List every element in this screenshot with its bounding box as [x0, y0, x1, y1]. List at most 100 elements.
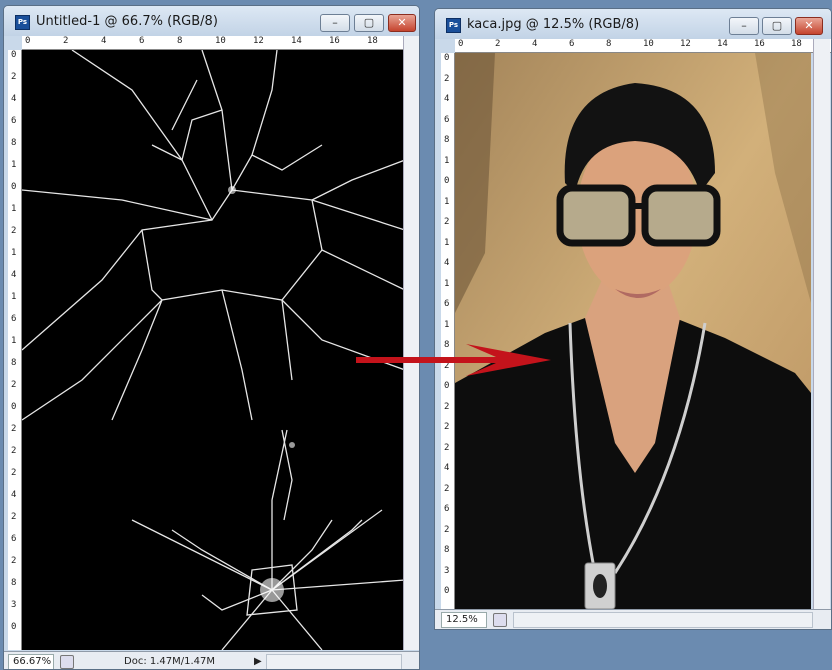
- ruler-label: 4: [444, 258, 450, 268]
- horizontal-ruler: 0 2 4 6 8 10 12 14 16 18: [455, 39, 831, 53]
- arrow-right-icon: [356, 344, 551, 376]
- ruler-label: 2: [11, 556, 17, 566]
- close-icon: ✕: [804, 19, 814, 32]
- status-icon[interactable]: [493, 613, 507, 627]
- ruler-label: 18: [367, 36, 378, 46]
- ruler-label: 2: [63, 36, 69, 46]
- ruler-label: 6: [11, 116, 17, 126]
- ruler-label: 2: [444, 524, 450, 535]
- status-bar: 12.5%: [435, 609, 831, 629]
- ruler-label: 2: [11, 512, 17, 522]
- cracked-glass-image: [21, 49, 406, 651]
- maximize-icon: ▢: [771, 19, 783, 32]
- status-menu-arrow-icon[interactable]: ▶: [254, 656, 262, 667]
- canvas-shattered-glass[interactable]: [21, 49, 406, 651]
- minimize-button[interactable]: –: [320, 14, 350, 32]
- maximize-button[interactable]: ▢: [762, 17, 792, 35]
- ruler-label: 1: [444, 278, 450, 289]
- ruler-label: 2: [444, 483, 450, 494]
- doc-info: Doc: 1.47M/1.47M: [124, 656, 216, 667]
- ruler-label: 6: [11, 534, 17, 544]
- ruler-label: 2: [444, 217, 450, 227]
- ruler-label: 12: [253, 36, 264, 46]
- ruler-label: 3: [444, 565, 450, 576]
- ruler-label: 2: [11, 72, 17, 82]
- ruler-label: 2: [444, 401, 450, 412]
- minimize-icon: –: [741, 19, 747, 32]
- ruler-label: 10: [215, 36, 226, 46]
- ruler-label: 6: [444, 504, 450, 514]
- ruler-label: 6: [444, 114, 450, 125]
- ruler-label: 2: [495, 39, 501, 49]
- ruler-label: 2: [11, 468, 17, 478]
- ruler-label: 14: [291, 36, 302, 46]
- ruler-label: 8: [444, 545, 450, 555]
- ruler-label: 4: [101, 36, 107, 46]
- ruler-label: 8: [177, 36, 183, 46]
- portrait-photo: [455, 53, 811, 609]
- ruler-label: 0: [458, 39, 464, 49]
- ruler-label: 1: [444, 319, 450, 330]
- horizontal-scrollbar[interactable]: [513, 612, 813, 628]
- maximize-button[interactable]: ▢: [354, 14, 384, 32]
- horizontal-ruler: 0 2 4 6 8 10 12 14 16 18: [22, 36, 405, 50]
- vertical-scrollbar[interactable]: [813, 39, 830, 609]
- ruler-label: 16: [754, 39, 765, 49]
- document-window-untitled[interactable]: Ps Untitled-1 @ 66.7% (RGB/8) – ▢ ✕ 0 2 4 6…: [3, 5, 420, 670]
- close-button[interactable]: ✕: [388, 14, 416, 32]
- ruler-label: 0: [444, 53, 450, 63]
- ruler-label: 4: [532, 39, 538, 49]
- ruler-label: 4: [444, 463, 450, 473]
- minimize-button[interactable]: –: [729, 17, 759, 35]
- ruler-label: 1: [11, 160, 17, 170]
- horizontal-scrollbar[interactable]: [266, 654, 402, 669]
- status-icon[interactable]: [60, 655, 74, 669]
- ruler-label: 2: [11, 380, 17, 390]
- ruler-label: 3: [11, 600, 17, 610]
- ruler-label: 1: [11, 248, 17, 258]
- vertical-ruler: 024681012141618202224262830: [8, 50, 22, 650]
- window-title: kaca.jpg @ 12.5% (RGB/8): [467, 17, 640, 32]
- title-bar[interactable]: Ps Untitled-1 @ 66.7% (RGB/8) – ▢ ✕: [4, 6, 419, 36]
- status-bar: 66.67% Doc: 1.47M/1.47M ▶: [4, 651, 419, 669]
- title-bar[interactable]: Ps kaca.jpg @ 12.5% (RGB/8) – ▢ ✕: [435, 9, 831, 39]
- ruler-label: 6: [444, 299, 450, 309]
- ruler-label: 2: [11, 446, 17, 456]
- ruler-label: 1: [444, 237, 450, 248]
- ruler-label: 0: [11, 622, 17, 632]
- close-button[interactable]: ✕: [795, 17, 823, 35]
- ruler-label: 0: [444, 176, 450, 186]
- photoshop-icon: Ps: [15, 15, 30, 30]
- document-window-kaca[interactable]: Ps kaca.jpg @ 12.5% (RGB/8) – ▢ ✕ 0 2 4 6 8 1…: [434, 8, 832, 630]
- ruler-label: 4: [11, 490, 17, 500]
- ruler-label: 6: [569, 39, 575, 49]
- canvas-photo[interactable]: [455, 53, 811, 609]
- ruler-label: 16: [329, 36, 340, 46]
- ruler-label: 1: [11, 336, 17, 346]
- zoom-field[interactable]: 66.67%: [8, 654, 54, 669]
- ruler-label: 8: [11, 358, 17, 368]
- ruler-label: 8: [444, 135, 450, 145]
- ruler-label: 2: [11, 424, 17, 434]
- ruler-label: 0: [11, 402, 17, 412]
- ruler-label: 0: [444, 381, 450, 391]
- ruler-label: 2: [444, 73, 450, 84]
- ruler-label: 4: [11, 270, 17, 280]
- ruler-label: 14: [717, 39, 728, 49]
- ruler-label: 1: [11, 292, 17, 302]
- ruler-label: 10: [643, 39, 654, 49]
- window-title: Untitled-1 @ 66.7% (RGB/8): [36, 14, 218, 29]
- ruler-label: 12: [680, 39, 691, 49]
- photoshop-icon: Ps: [446, 18, 461, 33]
- zoom-field[interactable]: 12.5%: [441, 612, 487, 628]
- ruler-label: 2: [11, 226, 17, 236]
- ruler-label: 8: [606, 39, 612, 49]
- ruler-label: 4: [444, 94, 450, 104]
- ruler-label: 0: [25, 36, 31, 46]
- close-icon: ✕: [397, 16, 407, 29]
- ruler-label: 1: [444, 155, 450, 166]
- ruler-label: 6: [139, 36, 145, 46]
- minimize-icon: –: [332, 16, 338, 29]
- ruler-label: 8: [11, 138, 17, 148]
- ruler-label: 0: [11, 182, 17, 192]
